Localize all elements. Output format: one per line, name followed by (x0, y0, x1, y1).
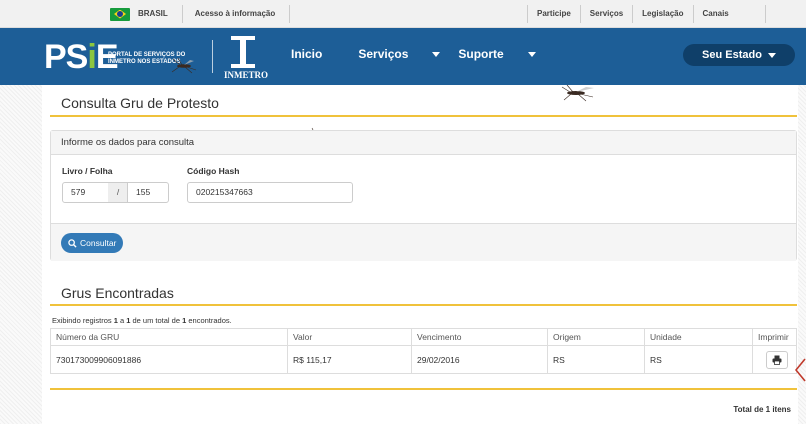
records-info-mid1: a (117, 316, 127, 325)
records-info: Exibindo registros 1 a 1 de um total de … (52, 316, 232, 325)
gov-link-participe[interactable]: Participe (527, 5, 580, 23)
col-origem: Origem (547, 328, 645, 346)
cell-origem: RS (547, 345, 645, 374)
panel-title: Informe os dados para consulta (51, 131, 796, 155)
col-unidade: Unidade (644, 328, 753, 346)
chevron-down-icon (432, 51, 441, 57)
psie-logo[interactable]: PSiE (44, 37, 118, 77)
hash-input[interactable]: 020215347663 (187, 182, 353, 203)
title-divider (50, 115, 797, 117)
print-button[interactable] (766, 350, 788, 369)
gov-link-servicos[interactable]: Serviços (579, 5, 632, 23)
header-divider (212, 40, 213, 73)
records-info-mid2: de um total de (130, 316, 183, 325)
seu-estado-button[interactable]: Seu Estado (683, 44, 795, 66)
site-header: PSiE PORTAL DE SERVIÇOS DO INMETRO NOS E… (0, 28, 806, 85)
chevron-down-icon (527, 51, 536, 57)
gov-bar: BRASIL Acesso à informação Participe Ser… (0, 0, 806, 28)
nav-servicos-label: Serviços (358, 47, 409, 61)
inmetro-logo-icon (231, 36, 255, 68)
nav-suporte-label: Suporte (458, 47, 504, 61)
main-nav: Inicio Serviços Suporte (291, 47, 554, 61)
access-info-link[interactable]: Acesso à informação (195, 5, 291, 23)
brazil-flag-icon (110, 7, 130, 21)
gov-brasil-link[interactable]: BRASIL (138, 5, 183, 23)
col-numero-gru: Número da GRU (50, 328, 288, 346)
hash-label: Código Hash (187, 166, 240, 176)
consultar-label: Consultar (80, 238, 117, 248)
mosquito-icon (561, 84, 594, 102)
consultar-button[interactable]: Consultar (61, 233, 124, 253)
gov-link-canais[interactable]: Canais (692, 5, 766, 23)
gov-links: Participe Serviços Legislação Canais (527, 5, 766, 23)
col-vencimento: Vencimento (411, 328, 548, 346)
total-items: Total de 1 itens (733, 405, 791, 414)
nav-inicio[interactable]: Inicio (291, 47, 340, 61)
results-title: Grus Encontradas (61, 285, 174, 301)
folha-input[interactable]: 155 (127, 182, 169, 203)
seu-estado-label: Seu Estado (702, 49, 762, 61)
records-info-suffix: encontrados. (186, 316, 232, 325)
nav-servicos[interactable]: Serviços (358, 47, 441, 61)
search-icon (68, 238, 77, 248)
nav-suporte[interactable]: Suporte (458, 47, 536, 61)
livro-input[interactable]: 579 (62, 182, 109, 203)
red-chevron-left-icon (795, 358, 806, 382)
livro-folha-label: Livro / Folha (62, 166, 113, 176)
chevron-down-icon (767, 52, 776, 58)
records-info-prefix: Exibindo registros (52, 316, 114, 325)
table-bottom-divider (50, 388, 797, 390)
cell-numero-gru: 730173009906091886 (50, 345, 288, 374)
cell-unidade: RS (644, 345, 753, 374)
livro-folha-separator: / (108, 182, 128, 203)
mosquito-icon (171, 58, 197, 74)
table-header-row: Número da GRU Valor Vencimento Origem Un… (50, 328, 797, 346)
nav-inicio-label: Inicio (291, 47, 323, 61)
cell-valor: R$ 115,17 (287, 345, 412, 374)
col-imprimir: Imprimir (752, 328, 797, 346)
col-valor: Valor (287, 328, 412, 346)
panel-footer: Consultar (51, 223, 796, 261)
inmetro-logo-text: INMETRO (224, 70, 269, 80)
cell-vencimento: 29/02/2016 (411, 345, 548, 374)
printer-icon (772, 355, 782, 365)
left-gutter (0, 28, 42, 424)
table-row: 730173009906091886 R$ 115,17 29/02/2016 … (50, 345, 797, 374)
page-title: Consulta Gru de Protesto (61, 95, 219, 111)
query-panel: Informe os dados para consulta Livro / F… (50, 130, 797, 261)
gov-link-legislacao[interactable]: Legislação (632, 5, 692, 23)
results-table: Número da GRU Valor Vencimento Origem Un… (50, 328, 797, 374)
cell-imprimir (752, 345, 797, 374)
results-divider (50, 304, 797, 306)
